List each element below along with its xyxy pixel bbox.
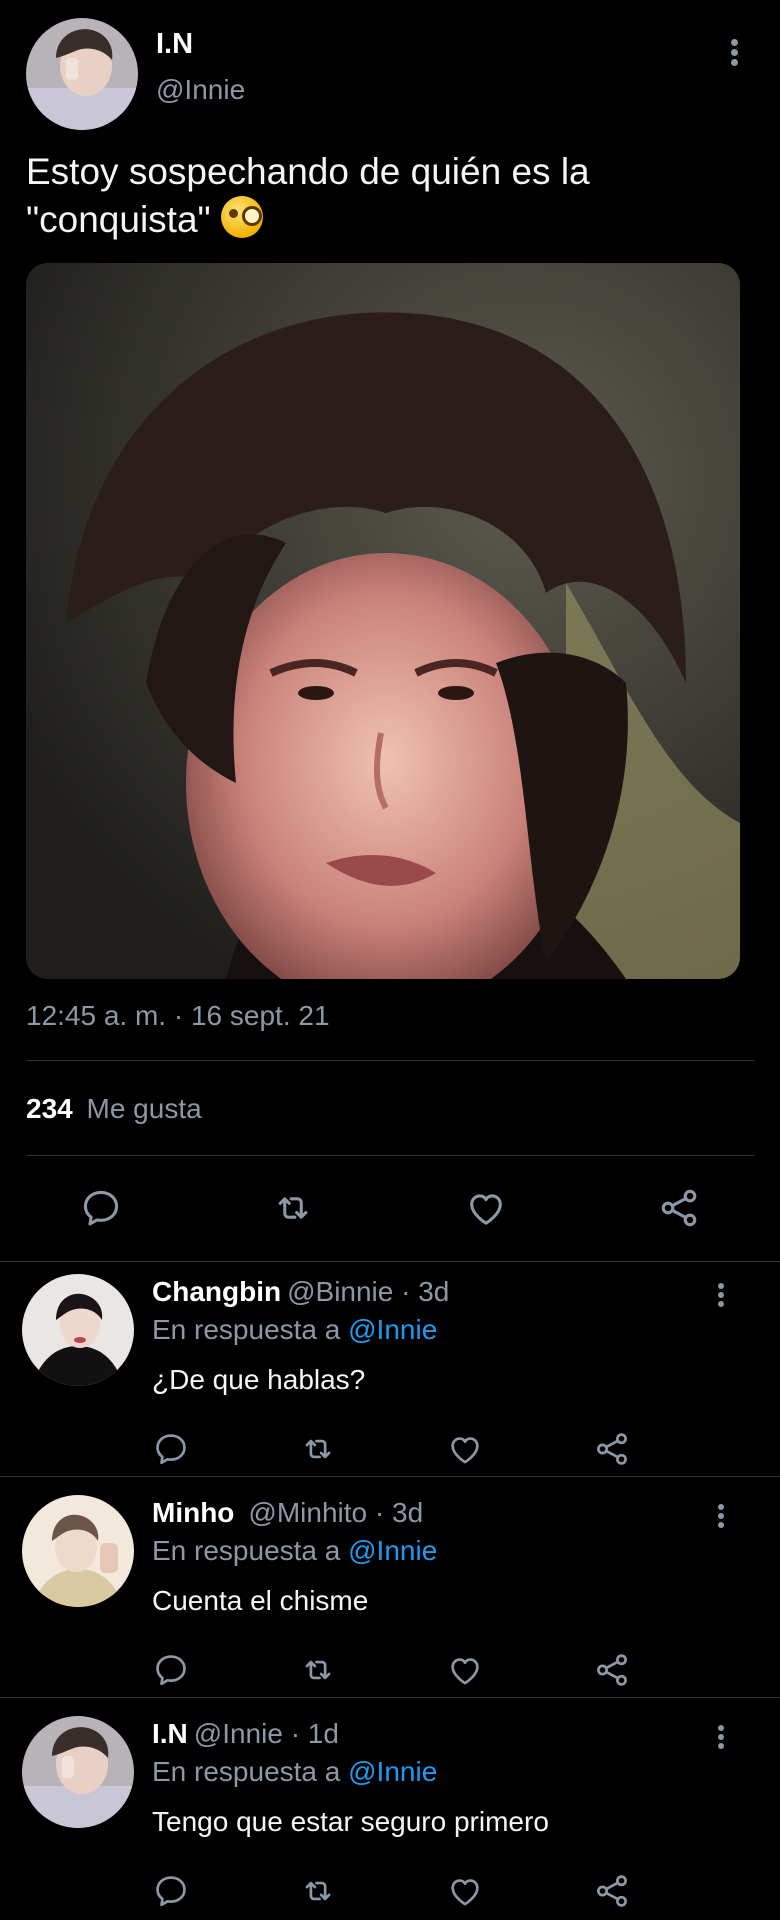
reply-prefix: En respuesta a	[152, 1756, 349, 1787]
like-icon	[464, 1186, 508, 1230]
reply-avatar[interactable]	[22, 1716, 134, 1828]
like-icon	[446, 1430, 484, 1468]
more-icon	[718, 1725, 724, 1731]
replying-to: En respuesta a @Innie	[152, 1314, 437, 1346]
retweet-button[interactable]	[271, 1186, 315, 1230]
share-button[interactable]	[593, 1430, 631, 1468]
like-icon	[446, 1651, 484, 1689]
tweet-text-content: Estoy sospechando de quién es la "conqui…	[26, 151, 590, 240]
reply-tweet[interactable]: Changbin @Binnie · 3d En respuesta a @Inn…	[0, 1262, 780, 1482]
retweet-button[interactable]	[299, 1872, 337, 1910]
reply-icon	[152, 1651, 190, 1689]
reply-text: Cuenta el chisme	[152, 1585, 369, 1616]
reply-text: Tengo que estar seguro primero	[152, 1806, 549, 1837]
more-options-button[interactable]	[709, 1722, 733, 1754]
share-icon	[593, 1872, 631, 1910]
share-button[interactable]	[657, 1186, 701, 1230]
replying-to: En respuesta a @Innie	[152, 1756, 437, 1788]
share-button[interactable]	[593, 1651, 631, 1689]
divider	[0, 1476, 780, 1477]
reply-icon	[152, 1430, 190, 1468]
reply-mention-link[interactable]: @Innie	[348, 1535, 437, 1566]
reply-avatar[interactable]	[22, 1495, 134, 1607]
more-options-button[interactable]	[722, 36, 746, 72]
more-icon	[730, 39, 738, 46]
reply-mention-link[interactable]: @Innie	[348, 1756, 437, 1787]
reply-author-name[interactable]: Minho	[152, 1497, 234, 1528]
reply-handle-time[interactable]: @Innie · 1d	[194, 1718, 339, 1749]
reply-handle-time[interactable]: @Binnie · 3d	[287, 1276, 449, 1307]
retweet-icon	[271, 1186, 315, 1230]
reply-prefix: En respuesta a	[152, 1314, 349, 1345]
reply-text: ¿De que hablas?	[152, 1364, 366, 1395]
reply-author-name[interactable]: Changbin	[152, 1276, 281, 1307]
tweet-text: Estoy sospechando de quién es la "conqui…	[26, 148, 726, 244]
reply-tweet[interactable]: Minho @Minhito · 3d En respuesta a @Innie…	[0, 1483, 780, 1703]
reply-button[interactable]	[152, 1651, 190, 1689]
reply-author-name[interactable]: I.N	[152, 1718, 188, 1749]
more-icon	[718, 1283, 724, 1289]
more-options-button[interactable]	[709, 1280, 733, 1312]
main-tweet: I.N @Innie Estoy sospechando de quién es…	[0, 0, 780, 1262]
like-button[interactable]	[464, 1186, 508, 1230]
like-icon	[446, 1872, 484, 1910]
reply-button[interactable]	[152, 1872, 190, 1910]
divider	[0, 1697, 780, 1698]
share-icon	[593, 1651, 631, 1689]
retweet-icon	[299, 1430, 337, 1468]
tweet-timestamp[interactable]: 12:45 a. m. · 16 sept. 21	[26, 1000, 330, 1032]
likes-count: 234	[26, 1093, 73, 1124]
reply-mention-link[interactable]: @Innie	[348, 1314, 437, 1345]
retweet-button[interactable]	[299, 1651, 337, 1689]
reply-handle-time[interactable]: @Minhito · 3d	[248, 1497, 423, 1528]
retweet-icon	[299, 1872, 337, 1910]
more-options-button[interactable]	[709, 1501, 733, 1533]
likes-summary[interactable]: 234 Me gusta	[26, 1093, 202, 1125]
share-button[interactable]	[593, 1872, 631, 1910]
retweet-icon	[299, 1651, 337, 1689]
reply-button[interactable]	[79, 1186, 123, 1230]
reply-header: Minho @Minhito · 3d	[152, 1497, 423, 1529]
tweet-media-image[interactable]	[26, 263, 740, 979]
share-icon	[593, 1430, 631, 1468]
share-icon	[657, 1186, 701, 1230]
reply-header: I.N @Innie · 1d	[152, 1718, 339, 1750]
author-handle[interactable]: @Innie	[156, 74, 245, 106]
reply-prefix: En respuesta a	[152, 1535, 349, 1566]
reply-icon	[152, 1872, 190, 1910]
likes-label: Me gusta	[86, 1093, 202, 1124]
reply-icon	[79, 1186, 123, 1230]
author-avatar[interactable]	[26, 18, 138, 130]
more-icon	[718, 1504, 724, 1510]
like-button[interactable]	[446, 1430, 484, 1468]
replying-to: En respuesta a @Innie	[152, 1535, 437, 1567]
reply-tweet[interactable]: I.N @Innie · 1d En respuesta a @Innie Ten…	[0, 1704, 780, 1920]
author-name[interactable]: I.N	[156, 28, 193, 61]
divider	[26, 1155, 754, 1156]
reply-header: Changbin @Binnie · 3d	[152, 1276, 449, 1308]
reply-button[interactable]	[152, 1430, 190, 1468]
like-button[interactable]	[446, 1872, 484, 1910]
retweet-button[interactable]	[299, 1430, 337, 1468]
divider	[26, 1060, 754, 1061]
reply-avatar[interactable]	[22, 1274, 134, 1386]
face-with-monocle-icon	[220, 196, 263, 238]
like-button[interactable]	[446, 1651, 484, 1689]
